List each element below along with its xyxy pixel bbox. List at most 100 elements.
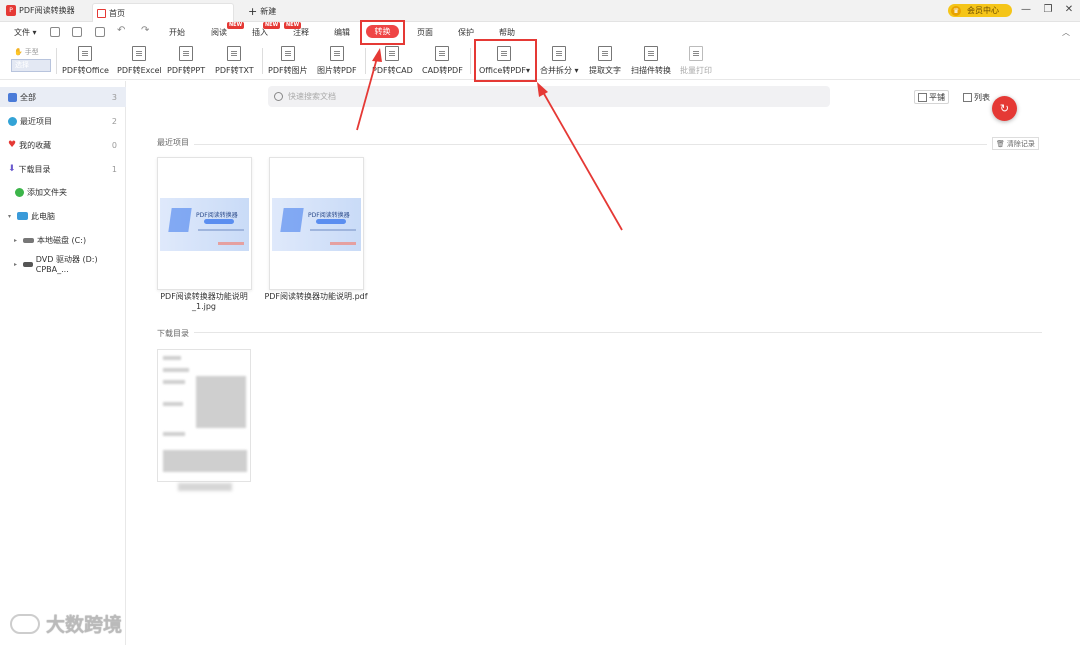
watermark-text: 大数跨境 [46,614,123,636]
tab-home[interactable]: 首页 [92,3,234,22]
file-card[interactable]: PDF阅读转换器 [157,157,252,290]
tree-item-dvd[interactable]: ▸ DVD 驱动器 (D:) CPBA_... [0,254,126,274]
pdf-to-cad-button[interactable]: PDF转CAD [372,46,413,76]
tool-label: PDF转图片 [268,66,308,75]
restore-icon[interactable]: ❐ [1041,4,1055,16]
new-badge: NEW [227,22,245,29]
view-list-button[interactable]: 列表 [960,90,993,104]
pdf-to-txt-button[interactable]: PDF转TXT [215,46,254,76]
dvd-drive-icon [22,261,33,267]
new-tab-label: 新建 [260,7,277,16]
scan-convert-button[interactable]: 扫描件转换 [631,46,671,76]
tool-label: PDF转PPT [167,66,206,75]
pdf-to-cad-icon [385,46,400,61]
file-thumbnail: PDF阅读转换器 [272,198,361,251]
sidebar-item-favorites[interactable]: ♥ 我的收藏 0 [0,135,126,155]
grid-icon [8,92,17,102]
minimize-icon[interactable]: — [1019,4,1033,16]
view-tile-button[interactable]: 平铺 [914,90,949,104]
sidebar-item-label: 我的收藏 [19,140,52,150]
open-folder-icon[interactable] [50,27,60,37]
pdf-to-office-icon [78,46,93,61]
heart-icon: ♥ [8,140,17,150]
tab-annotate[interactable]: 注释 NEW [284,22,309,38]
clear-history-button[interactable]: 🗑 清除记录 [992,137,1039,150]
tab-read[interactable]: 阅读 NEW [211,22,245,38]
image-to-pdf-button[interactable]: 图片转PDF [317,46,357,76]
tab-page[interactable]: 页面 [417,27,433,38]
blurred-content [163,402,183,406]
cad-to-pdf-icon [435,46,450,61]
thumbnail-line [218,242,244,245]
watermark: 大数跨境 [10,610,122,637]
thumbnail-title: PDF阅读转换器 [308,212,350,219]
undo-icon[interactable]: ↶ [117,25,125,36]
tab-annotate-label: 注释 [293,28,309,37]
clear-history-label: 清除记录 [1006,139,1035,148]
blurred-content [163,368,189,372]
blurred-content [163,380,185,384]
sidebar: 全部 3 最近项目 2 ♥ 我的收藏 0 ⬇ 下载目录 1 添加文件夹 ▾ 此电… [0,81,126,645]
thumbnail-graphic [280,208,304,232]
sidebar-item-label: 全部 [20,92,36,102]
computer-icon [17,212,28,220]
search-input[interactable]: 快速搜索文档 [268,86,830,107]
floating-convert-button[interactable]: ↻ [992,96,1017,121]
tab-insert[interactable]: 插入 NEW [252,22,281,38]
select-tool[interactable]: 选择 [11,59,51,72]
tree-item-local-disk[interactable]: ▸ 本地磁盘 (C:) [0,230,126,250]
close-icon[interactable]: ✕ [1062,4,1076,16]
sidebar-item-downloads[interactable]: ⬇ 下载目录 1 [0,159,126,179]
tab-protect[interactable]: 保护 [458,27,474,38]
print-icon[interactable] [95,27,105,37]
hand-tool[interactable]: ✋ 手型 [14,47,39,57]
pdf-to-image-button[interactable]: PDF转图片 [268,46,308,76]
title-bar: P PDF阅读转换器 首页 + 新建 ♛ 会员中心 — ❐ ✕ [0,0,1080,22]
batch-print-button[interactable]: 批量打印 [680,46,712,76]
pdf-to-ppt-button[interactable]: PDF转PPT [167,46,205,76]
add-folder-label: 添加文件夹 [27,187,67,197]
new-tab-button[interactable]: + 新建 [248,6,276,17]
sidebar-item-all[interactable]: 全部 3 [0,87,126,107]
app-title-text: PDF阅读转换器 [19,6,75,15]
pdf-to-txt-icon [227,46,242,61]
menu-bar: 文件 ▾ ↶ ↷ 开始 阅读 NEW 插入 NEW 注释 NEW 编辑 转换 页面 保… [0,22,1080,42]
tab-help[interactable]: 帮助 [499,27,515,38]
ribbon-toolbar: ✋ 手型 选择 PDF转Office PDF转Excel PDF转PPT PDF转… [0,42,1080,80]
tool-label: PDF转Office [62,66,109,75]
vip-center-button[interactable]: ♛ 会员中心 [948,4,1012,17]
merge-split-button[interactable]: 合并拆分 ▾ [540,46,579,76]
tab-edit[interactable]: 编辑 [334,27,350,38]
file-card-blurred[interactable] [157,349,251,482]
pdf-to-excel-button[interactable]: PDF转Excel [117,46,162,76]
merge-split-label: 合并拆分 [540,66,572,75]
tool-label: 扫描件转换 [631,66,671,75]
app-title: P PDF阅读转换器 [6,5,75,16]
collapse-ribbon-icon[interactable]: ︿ [1062,27,1070,38]
menu-file[interactable]: 文件 ▾ [14,27,37,38]
hand-icon: ✋ [14,48,23,56]
tab-start[interactable]: 开始 [169,27,185,38]
redo-icon[interactable]: ↷ [141,25,149,36]
image-to-pdf-icon [329,46,344,61]
pdf-to-excel-icon [132,46,147,61]
tree-item-label: DVD 驱动器 (D:) CPBA_... [35,255,98,274]
save-icon[interactable] [72,27,82,37]
section-divider [194,332,1042,333]
extract-text-button[interactable]: 提取文字 [589,46,621,76]
file-name-blurred[interactable] [178,483,232,491]
file-name[interactable]: PDF阅读转换器功能说明_1.jpg [149,292,259,312]
file-name[interactable]: PDF阅读转换器功能说明.pdf [261,292,371,302]
pdf-to-office-button[interactable]: PDF转Office [62,46,109,76]
tool-label: 图片转PDF [317,66,357,75]
clock-icon [8,116,17,126]
add-folder-button[interactable]: 添加文件夹 [0,182,126,202]
plus-icon: + [248,5,258,18]
thumbnail-line [310,229,356,231]
view-tile-label: 平铺 [929,92,945,102]
sidebar-item-recent[interactable]: 最近项目 2 [0,111,126,131]
cad-to-pdf-button[interactable]: CAD转PDF [422,46,463,76]
tree-item-this-pc[interactable]: ▾ 此电脑 [0,206,126,226]
recent-section-label: 最近项目 [157,138,189,147]
file-card[interactable]: PDF阅读转换器 [269,157,364,290]
